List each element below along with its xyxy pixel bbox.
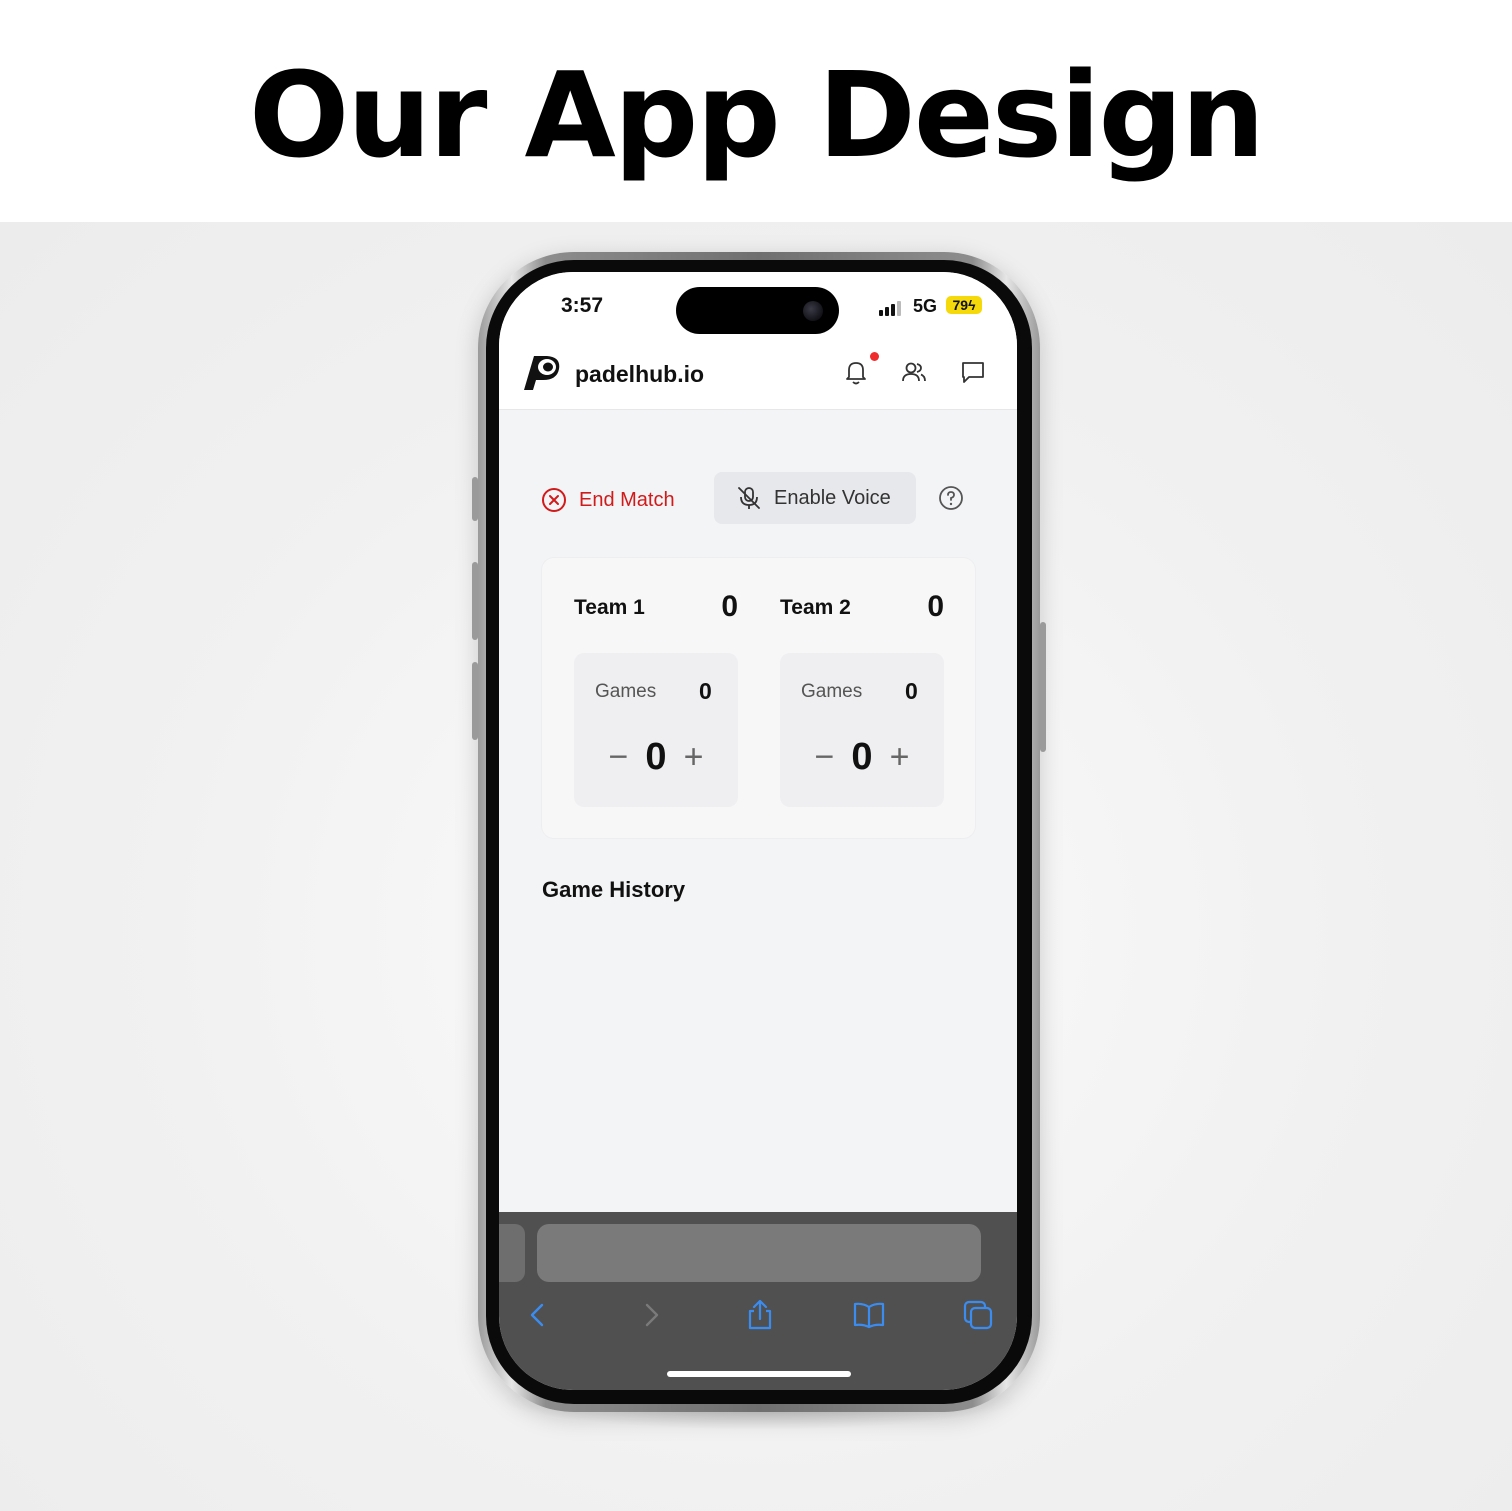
games-label: Games — [595, 681, 657, 702]
tabs-icon[interactable] — [961, 1298, 995, 1332]
team-name: Team 2 — [780, 596, 851, 619]
team-name: Team 1 — [574, 596, 645, 619]
home-indicator[interactable] — [667, 1371, 851, 1377]
previous-tab-preview[interactable] — [499, 1224, 525, 1282]
power-button — [1040, 622, 1046, 752]
address-bar[interactable] — [537, 1224, 981, 1282]
padelhub-logo[interactable] — [521, 352, 563, 392]
forward-icon[interactable] — [634, 1298, 668, 1332]
enable-voice-label: Enable Voice — [774, 486, 891, 509]
charging-icon: ϟ — [968, 297, 976, 313]
battery-indicator: 79ϟ — [946, 296, 982, 314]
close-circle-icon — [542, 488, 566, 512]
end-match-label: End Match — [579, 488, 675, 511]
front-camera — [803, 301, 823, 321]
network-type: 5G — [913, 296, 938, 316]
brand-name[interactable]: padelhub.io — [575, 361, 704, 388]
increment-button[interactable]: + — [679, 740, 709, 774]
battery-level: 79 — [952, 297, 969, 313]
points-stepper: − 0 + — [780, 735, 944, 779]
action-button — [472, 477, 478, 521]
browser-toolbar — [499, 1212, 1017, 1390]
app-header: padelhub.io — [499, 342, 1017, 410]
decrement-button[interactable]: − — [603, 740, 633, 774]
volume-up-button — [472, 562, 478, 640]
share-icon[interactable] — [743, 1298, 777, 1332]
phone-screen: 3:57 5G 79ϟ padelhub.io End Match Enable… — [499, 272, 1017, 1390]
team-panel-1: Team 1 0 Games 0 − 0 + — [574, 558, 738, 838]
mic-off-icon — [738, 487, 760, 509]
notification-dot — [870, 352, 879, 361]
increment-button[interactable]: + — [885, 740, 915, 774]
headline-banner: Our App Design — [0, 0, 1512, 222]
help-icon[interactable] — [938, 485, 964, 511]
dynamic-island — [676, 287, 839, 334]
points-value: 0 — [851, 736, 873, 778]
cellular-signal-icon — [879, 301, 901, 316]
games-label: Games — [801, 681, 863, 702]
end-match-button[interactable]: End Match — [541, 482, 675, 518]
status-bar: 3:57 5G 79ϟ — [499, 272, 1017, 342]
decrement-button[interactable]: − — [809, 740, 839, 774]
users-icon[interactable] — [900, 358, 928, 386]
volume-down-button — [472, 662, 478, 740]
enable-voice-button[interactable]: Enable Voice — [714, 472, 916, 524]
games-box: Games 0 − 0 + — [574, 653, 738, 807]
bell-icon[interactable] — [842, 358, 870, 386]
team-score: 0 — [927, 590, 944, 623]
phone-mockup: 3:57 5G 79ϟ padelhub.io End Match Enable… — [472, 252, 1046, 1412]
points-value: 0 — [645, 736, 667, 778]
team-panel-2: Team 2 0 Games 0 − 0 + — [780, 558, 944, 838]
scoreboard-card: Team 1 0 Games 0 − 0 + Team 2 0 Games 0 … — [542, 558, 975, 838]
games-value: 0 — [699, 678, 712, 704]
team-score: 0 — [721, 590, 738, 623]
chat-icon[interactable] — [959, 358, 987, 386]
back-icon[interactable] — [521, 1298, 555, 1332]
status-time: 3:57 — [561, 294, 604, 317]
headline-title: Our App Design — [248, 46, 1265, 184]
games-value: 0 — [905, 678, 918, 704]
game-history-heading: Game History — [542, 877, 686, 902]
points-stepper: − 0 + — [574, 735, 738, 779]
games-box: Games 0 − 0 + — [780, 653, 944, 807]
bookmarks-icon[interactable] — [852, 1298, 886, 1332]
